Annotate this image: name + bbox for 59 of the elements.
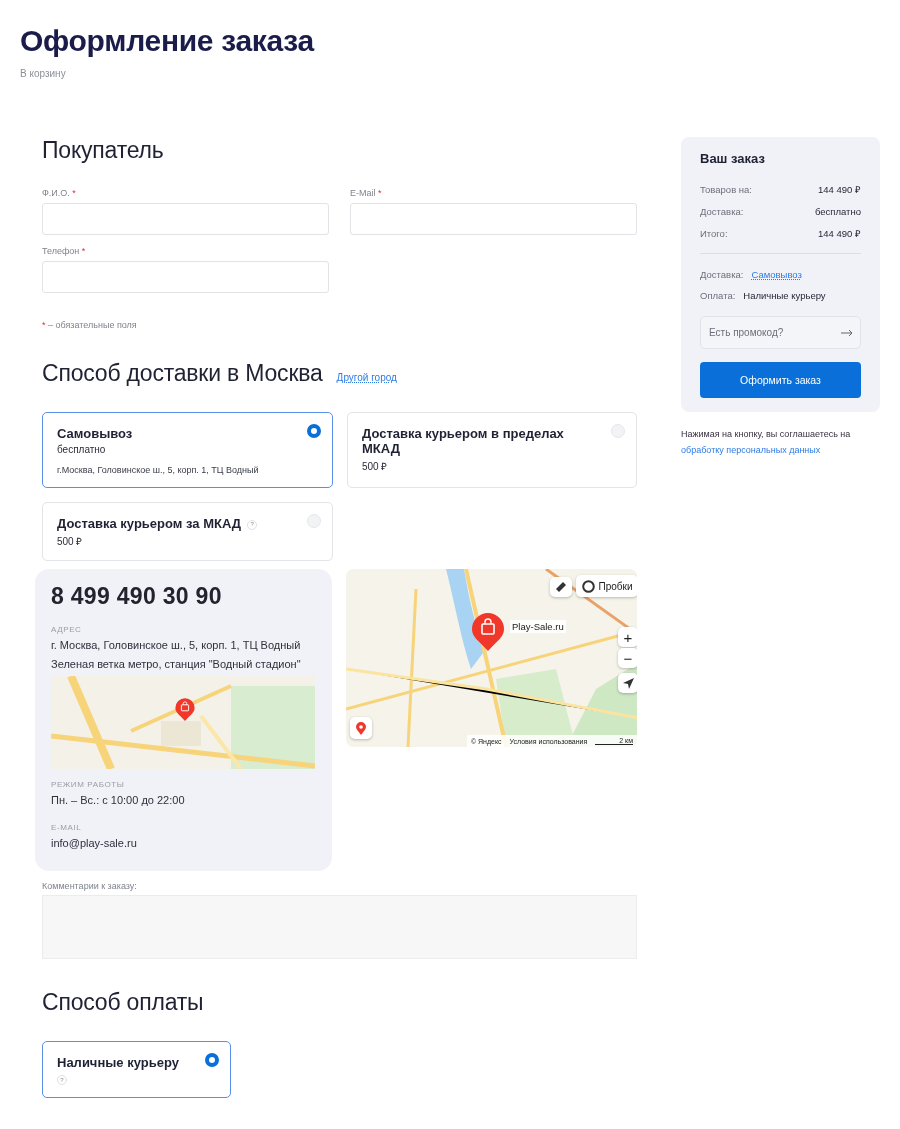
info-label: АДРЕС bbox=[51, 625, 83, 634]
locate-button[interactable] bbox=[618, 673, 637, 693]
option-card[interactable]: Доставка курьером в пределах МКАД 500 ₽ bbox=[347, 412, 637, 488]
traffic-icon bbox=[581, 579, 595, 593]
info-label: РЕЖИМ РАБОТЫ bbox=[51, 780, 126, 789]
section-heading: Покупатель bbox=[42, 137, 165, 164]
arrow-icon bbox=[622, 677, 634, 689]
summary-heading: Ваш заказ bbox=[700, 151, 766, 166]
traffic-button[interactable]: Пробки bbox=[576, 575, 637, 597]
summary-value: 144 490 ₽ bbox=[818, 182, 861, 196]
option-price: 500 ₽ bbox=[57, 535, 84, 548]
summary-value: бесплатно bbox=[815, 205, 861, 217]
option-card[interactable]: Самовывоз бесплатно г.Москва, Головинское ш., 5, корп. 1, ТЦ Водный bbox=[42, 412, 333, 488]
privacy-link[interactable]: обработку персональных данных bbox=[681, 445, 821, 455]
summary-label: Доставка: bbox=[700, 205, 744, 217]
comment-label: Комментарии к заказу: bbox=[42, 881, 138, 891]
option-title: Самовывоз bbox=[57, 426, 134, 441]
place-label: Play-Sale.ru bbox=[510, 620, 566, 633]
page-title: Оформление заказа bbox=[20, 24, 316, 58]
radio-button[interactable] bbox=[205, 1053, 219, 1067]
pin-icon bbox=[356, 721, 366, 735]
ruler-button[interactable] bbox=[550, 577, 572, 597]
info-text: г. Москва, Головинское ш., 5, корп. 1, ТЦ Водный bbox=[51, 638, 302, 653]
summary-label: Итого: bbox=[700, 227, 728, 239]
info-text: Пн. – Вс.: с 10:00 до 22:00 bbox=[51, 793, 186, 808]
summary-value: Наличные курьеру bbox=[743, 290, 826, 301]
zoom-in-button[interactable]: + bbox=[618, 627, 637, 647]
input-field[interactable] bbox=[42, 203, 329, 235]
zoom-out-button[interactable]: − bbox=[618, 648, 637, 668]
field-label: Телефон * bbox=[42, 246, 87, 256]
checkout-button[interactable]: Оформить заказ bbox=[700, 362, 861, 398]
phone-number: 8 499 490 30 90 bbox=[51, 583, 223, 610]
radio-button[interactable] bbox=[307, 424, 321, 438]
field-label: E-Mail * bbox=[350, 188, 383, 198]
field-label: Ф.И.О. * bbox=[42, 188, 77, 198]
ruler-icon bbox=[555, 581, 567, 593]
section-heading: Способ оплаты bbox=[42, 989, 205, 1016]
required-note: * – обязательные поля bbox=[42, 320, 138, 330]
summary-label: Товаров на: bbox=[700, 183, 752, 195]
info-text: Зеленая ветка метро, станция "Водный стадион" bbox=[51, 657, 302, 672]
info-label: E-MAIL bbox=[51, 823, 83, 832]
input-field[interactable] bbox=[350, 203, 637, 235]
pin-button[interactable] bbox=[350, 717, 372, 739]
option-price: 500 ₽ bbox=[362, 460, 389, 473]
delivery-link[interactable]: Самовывоз bbox=[751, 269, 802, 280]
summary-label: Доставка: bbox=[700, 269, 744, 280]
promo-field[interactable]: Есть промокод? bbox=[700, 316, 861, 349]
option-title: Доставка курьером в пределах МКАД bbox=[362, 426, 565, 456]
arrow-icon[interactable] bbox=[841, 329, 853, 337]
option-title: Наличные курьеру bbox=[57, 1055, 180, 1070]
section-heading: Способ доставки в Москва bbox=[42, 360, 323, 387]
consent-text: Нажимая на кнопку, вы соглашаетесь на обработку персональных данных bbox=[681, 428, 852, 457]
summary-label: Оплата: bbox=[700, 290, 736, 301]
city-link[interactable]: Другой город bbox=[336, 372, 397, 383]
option-price: бесплатно bbox=[57, 444, 107, 455]
input-field[interactable] bbox=[42, 261, 329, 293]
info-text: info@play-sale.ru bbox=[51, 836, 138, 851]
summary-value: 144 490 ₽ bbox=[818, 226, 861, 240]
option-address: г.Москва, Головинское ш., 5, корп. 1, ТЦ Водный bbox=[57, 465, 260, 475]
